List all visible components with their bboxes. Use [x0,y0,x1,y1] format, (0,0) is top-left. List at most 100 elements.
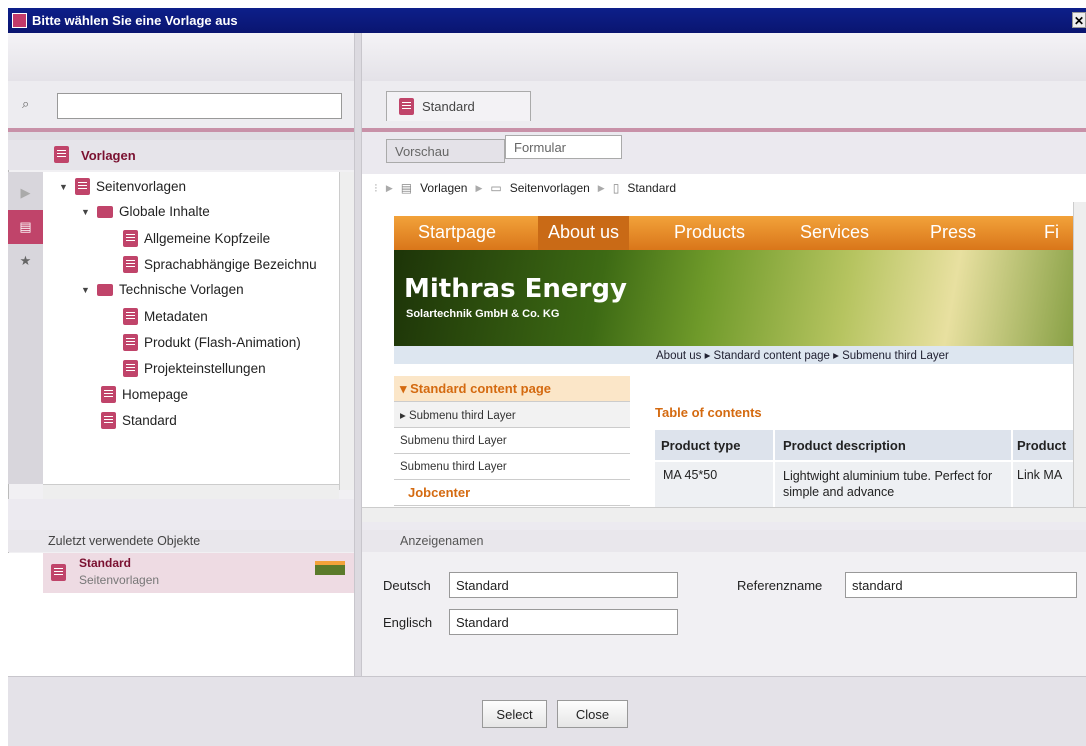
tree-item[interactable]: Metadaten [123,308,208,325]
preview-navbar: Startpage About us Products Services Pre… [394,216,1073,250]
template-icon [123,256,138,273]
expand-icon[interactable]: ▼ [81,285,91,295]
template-icon [123,334,138,351]
template-icon [123,308,138,325]
tree-item[interactable]: ▼ Seitenvorlagen [59,178,186,195]
right-top-strip [362,33,1086,81]
template-icon [51,564,66,582]
vorlagen-icon [54,146,69,164]
button-bar [8,676,1086,746]
tree-item[interactable]: Produkt (Flash-Animation) [123,334,301,351]
recent-header: Zuletzt verwendete Objekte [8,530,354,552]
tree-item-label: Projekteinstellungen [144,361,266,376]
tree-vertical-scrollbar[interactable] [339,172,354,490]
tree-item-label: Standard [122,413,177,428]
preview-table-cell: Lightwight aluminium tube. Perfect for s… [775,462,1011,507]
preview-vertical-scrollbar[interactable] [1073,202,1086,507]
tree-item-label: Seitenvorlagen [96,179,187,194]
folder-outline-icon: ▭ [490,181,502,195]
template-icon [399,98,414,115]
chevron-right-icon: ▶ [597,182,605,193]
folder-icon [97,205,113,218]
close-button[interactable]: Close [557,700,628,728]
side-tab-arrow-icon[interactable]: ▶ [8,176,43,210]
folder-icon [97,283,113,296]
preview-nav-item[interactable]: Products [674,222,745,243]
preview-menu-jobcenter[interactable]: Jobcenter [394,480,630,506]
names-header-label: Anzeigenamen [400,534,484,548]
app-icon [12,13,27,28]
englisch-label: Englisch [383,615,433,630]
breadcrumb-handle-icon: ⁝ [374,181,378,195]
preview-table-header: Product description [775,430,1011,460]
spacer [8,499,354,530]
preview-nav-item[interactable]: Startpage [418,222,496,243]
preview-crumbs-bar: About us ▸ Standard content page ▸ Subme… [394,346,1073,364]
page-outline-icon: ▯ [612,181,620,195]
template-icon [101,412,116,429]
search-input[interactable] [57,93,342,119]
select-button[interactable]: Select [482,700,547,728]
breadcrumb-item[interactable]: Seitenvorlagen [510,181,590,195]
tree-item-label: Produkt (Flash-Animation) [144,335,301,350]
tree-item[interactable]: Homepage [101,386,188,403]
recent-item[interactable]: Standard Seitenvorlagen [43,553,354,593]
preview-table-header: Product type [655,430,773,460]
deutsch-field[interactable]: Standard [449,572,678,598]
page-preview: Startpage About us Products Services Pre… [362,202,1073,507]
tree-item-label: Homepage [122,387,189,402]
preview-table-header: Product [1013,430,1073,460]
preview-menu-title[interactable]: ▾ Standard content page [394,376,630,402]
tree-item[interactable]: Sprachabhängige Bezeichnu [123,256,317,273]
recent-item-title: Standard [79,556,132,570]
preview-horizontal-scrollbar[interactable] [362,507,1086,522]
deutsch-label: Deutsch [383,578,431,593]
preview-brand: Mithras Energy [404,274,627,304]
tab-preview[interactable]: Vorschau [386,139,505,163]
englisch-field[interactable]: Standard [449,609,678,635]
template-icon [101,386,116,403]
tree-item[interactable]: Projekteinstellungen [123,360,266,377]
expand-icon[interactable]: ▼ [81,207,91,217]
breadcrumb: ⁝ ▶ ▤ Vorlagen ▶ ▭ Seitenvorlagen ▶ ▯ St… [362,174,1086,202]
expand-icon[interactable]: ▼ [59,182,69,192]
preview-nav-item[interactable]: Press [930,222,976,243]
tree-item[interactable]: ▼ Globale Inhalte [81,204,210,219]
side-tab-templates-icon[interactable]: ▤ [8,210,43,244]
template-tree: ▼ Seitenvorlagen ▼ Globale Inhalte Allgeme… [43,172,339,484]
chevron-right-icon: ▶ [385,182,393,193]
preview-table-cell: MA 45*50 [655,462,773,507]
recent-header-label: Zuletzt verwendete Objekte [48,534,201,548]
window-title: Bitte wählen Sie eine Vorlage aus [32,13,238,28]
spacer [362,522,1086,530]
tree-item[interactable]: Standard [101,412,177,429]
tab-form[interactable]: Formular [505,135,622,159]
preview-menu-item[interactable]: Submenu third Layer [394,428,630,454]
preview-menu-item[interactable]: Submenu third Layer [394,454,630,480]
template-icon [75,178,90,195]
tree-header-label: Vorlagen [81,148,136,163]
panel-splitter[interactable] [354,33,362,676]
tree-item-label: Metadaten [144,309,208,324]
preview-nav-item[interactable]: Services [800,222,869,243]
preview-brand-sub: Solartechnik GmbH & Co. KG [406,308,560,320]
preview-menu-item[interactable]: ▸ Submenu third Layer [394,402,630,428]
ref-label: Referenzname [737,578,823,593]
left-top-strip [8,33,354,81]
template-icon [123,230,138,247]
preview-nav-item-active[interactable]: About us [538,216,630,250]
tree-horizontal-scrollbar[interactable] [43,484,339,499]
ref-field[interactable]: standard [845,572,1077,598]
side-tab-favorites-icon[interactable]: ★ [8,244,43,278]
window-close-button[interactable]: ✕ [1072,12,1086,28]
breadcrumb-item[interactable]: Vorlagen [420,181,467,195]
tree-item[interactable]: Allgemeine Kopfzeile [123,230,270,247]
names-header: Anzeigenamen [362,530,1086,552]
tab-standard[interactable]: Standard [386,91,531,121]
preview-nav-item[interactable]: Fi [1044,222,1059,243]
recent-item-thumbnail [315,561,345,575]
tree-header: Vorlagen [8,140,354,170]
tree-item-label: Technische Vorlagen [119,282,244,297]
breadcrumb-item[interactable]: Standard [627,181,676,195]
tree-item[interactable]: ▼ Technische Vorlagen [81,282,244,297]
